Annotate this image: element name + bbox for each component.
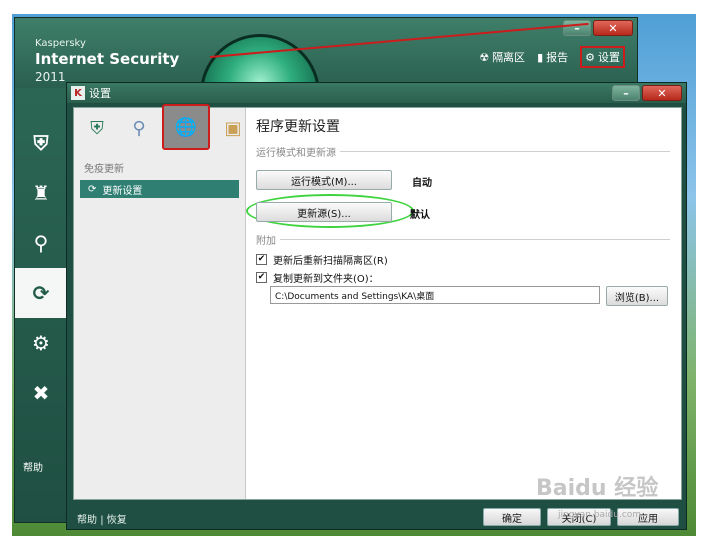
update-icon: ⟳	[88, 183, 97, 195]
copy-updates-checkbox[interactable]: ✔	[256, 272, 267, 283]
support-icon: ⚙	[32, 331, 50, 355]
group-extra-label: 附加	[256, 236, 276, 247]
brand-product: Internet Security	[35, 50, 180, 68]
tab-scan[interactable]: ⚲	[120, 112, 158, 144]
folder-path-field[interactable]: C:\Documents and Settings\KA\桌面	[270, 286, 600, 304]
globe-icon: 🌐	[174, 116, 198, 138]
dialog-body: ⛨ ⚲ 🌐 ▣ 免疫更新 ⟳ 更新设置 程序更新设置 运行模式和更新源 运行模式…	[73, 104, 682, 500]
dialog-titlebar: K 设置	[67, 83, 686, 103]
gear-icon: ⚙	[585, 50, 595, 64]
nav-update[interactable]: ⟳	[15, 268, 67, 318]
castle-icon: ♜	[32, 181, 50, 205]
baidu-watermark-url: jingyan.baidu.com	[558, 510, 642, 520]
footer-restore-link[interactable]: 恢复	[107, 515, 127, 526]
update-source-value: 默认	[410, 210, 430, 221]
page-title: 程序更新设置	[256, 119, 340, 135]
group-extra-header: 附加	[256, 232, 670, 247]
group-run-mode-header: 运行模式和更新源	[256, 144, 670, 159]
baidu-watermark: Baidu 经验	[536, 476, 659, 501]
main-window-controls: – ✕	[563, 20, 633, 36]
dialog-close-button[interactable]: ✕	[642, 85, 682, 101]
main-help-link[interactable]: 帮助	[23, 459, 43, 474]
tools-icon: ✖	[32, 381, 50, 405]
tab-protection[interactable]: ⛨	[78, 112, 116, 144]
sidebar-item-update-settings[interactable]: ⟳ 更新设置	[80, 180, 239, 198]
reports-link[interactable]: ▮ 报告	[537, 46, 568, 68]
search-icon: ⚲	[132, 117, 146, 139]
run-mode-value: 自动	[412, 178, 432, 189]
close-button[interactable]: ✕	[593, 20, 633, 36]
section-label: 免疫更新	[84, 164, 124, 175]
group-run-mode-label: 运行模式和更新源	[256, 148, 336, 159]
rescan-option[interactable]: ✔ 更新后重新扫描隔离区(R)	[256, 252, 388, 267]
category-tabs: ⛨ ⚲ 🌐 ▣	[78, 104, 252, 150]
copy-updates-label: 复制更新到文件夹(O)：	[273, 274, 379, 285]
settings-left-pane: ⛨ ⚲ 🌐 ▣ 免疫更新 ⟳ 更新设置	[74, 104, 246, 499]
copy-updates-option[interactable]: ✔ 复制更新到文件夹(O)：	[256, 270, 379, 285]
rescan-label: 更新后重新扫描隔离区(R)	[273, 256, 388, 267]
shield-icon: ⛨	[90, 117, 104, 139]
update-source-button[interactable]: 更新源(S)...	[256, 202, 392, 222]
shield-icon: ⛨	[33, 131, 49, 155]
dialog-minimize-button[interactable]: –	[612, 85, 640, 101]
nav-tools[interactable]: ✖	[15, 368, 67, 418]
run-mode-button[interactable]: 运行模式(M)...	[256, 170, 392, 190]
top-links: ☢ 隔离区 ▮ 报告 ⚙ 设置	[479, 46, 625, 68]
footer-links: 帮助 | 恢复	[77, 511, 127, 526]
settings-right-pane: 程序更新设置 运行模式和更新源 运行模式(M)... 自动 更新源(S)... …	[246, 108, 681, 499]
main-left-nav: ⛨ ♜ ⚲ ⟳ ⚙ ✖	[15, 118, 67, 418]
refresh-icon: ⟳	[32, 281, 50, 305]
nav-scan[interactable]: ⚲	[15, 218, 67, 268]
search-icon: ⚲	[33, 231, 49, 255]
settings-dialog: K 设置 – ✕ ⛨ ⚲ 🌐 ▣ 免疫更新 ⟳ 更新设置 程序更新设置 运行模式…	[66, 82, 687, 530]
brand-vendor: Kaspersky	[35, 38, 86, 49]
ok-button[interactable]: 确定	[483, 508, 541, 526]
nav-support[interactable]: ⚙	[15, 318, 67, 368]
rescan-checkbox[interactable]: ✔	[256, 254, 267, 265]
quarantine-link[interactable]: ☢ 隔离区	[479, 46, 525, 68]
dialog-title: 设置	[89, 87, 111, 100]
nav-protection[interactable]: ⛨	[15, 118, 67, 168]
sidebar-item-label: 更新设置	[102, 185, 143, 197]
box-icon: ▣	[224, 117, 242, 139]
biohazard-icon: ☢	[479, 50, 490, 64]
bar-chart-icon: ▮	[537, 50, 544, 64]
settings-link[interactable]: ⚙ 设置	[580, 46, 625, 68]
reports-label: 报告	[546, 51, 569, 64]
update-source-group: 更新源(S)...	[246, 194, 414, 228]
quarantine-label: 隔离区	[492, 51, 526, 64]
tab-update[interactable]: 🌐	[162, 104, 210, 150]
browse-button[interactable]: 浏览(B)...	[606, 286, 668, 306]
footer-help-link[interactable]: 帮助	[77, 515, 97, 526]
nav-safe-env[interactable]: ♜	[15, 168, 67, 218]
kaspersky-logo-icon: K	[71, 86, 85, 100]
dialog-window-controls: – ✕	[612, 85, 682, 101]
brand-year: 2011	[35, 70, 66, 84]
settings-label: 设置	[598, 51, 620, 64]
